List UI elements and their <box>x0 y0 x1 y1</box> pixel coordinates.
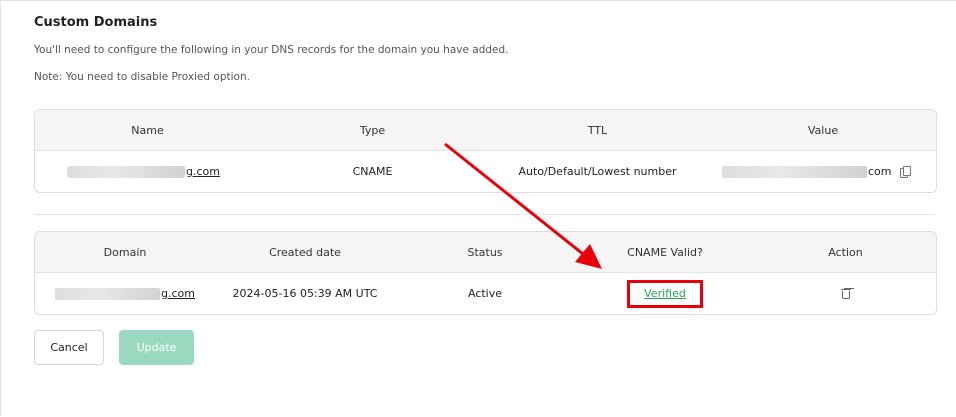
copy-icon[interactable] <box>899 165 911 178</box>
header-action: Action <box>828 245 863 259</box>
instruction-text: You'll need to configure the following i… <box>34 44 509 56</box>
highlight-box: Verified <box>627 279 703 308</box>
dns-name-cell: g.com <box>67 151 220 192</box>
table-row: g.com CNAME Auto/Default/Lowest number c… <box>35 151 936 192</box>
created-date: 2024-05-16 05:39 AM UTC <box>232 287 378 300</box>
dns-value-cell: com <box>722 151 911 192</box>
section-title: Custom Domains <box>34 15 158 30</box>
domains-table: Domain Created date Status CNAME Valid? … <box>34 231 937 315</box>
redacted-text <box>55 287 160 300</box>
status-text: Active <box>467 287 503 300</box>
header-status: Status <box>467 245 503 259</box>
action-cell <box>755 273 936 314</box>
proxied-note: Note: You need to disable Proxied option… <box>34 71 250 83</box>
header-cname-valid: CNAME Valid? <box>627 245 703 259</box>
dns-type: CNAME <box>352 165 393 178</box>
header-type: Type <box>359 123 386 137</box>
header-name: Name <box>131 123 164 137</box>
domain-cell: g.com <box>55 273 195 314</box>
dns-records-table: Name Type TTL Value g.com CNAME Auto/Def… <box>34 109 937 193</box>
dns-name: g.com <box>186 165 220 178</box>
header-ttl: TTL <box>587 123 608 137</box>
redacted-text <box>722 165 867 178</box>
header-created-date: Created date <box>269 245 341 259</box>
domain-name[interactable]: g.com <box>161 287 195 300</box>
divider <box>34 214 935 215</box>
header-value: Value <box>807 123 839 137</box>
dns-value: com <box>868 165 892 178</box>
cname-valid-cell: Verified <box>575 273 755 314</box>
redacted-text <box>67 165 185 178</box>
cancel-button[interactable]: Cancel <box>34 330 104 365</box>
verified-link[interactable]: Verified <box>644 287 686 300</box>
trash-icon[interactable] <box>840 288 851 299</box>
domains-table-header: Domain Created date Status CNAME Valid? … <box>35 232 936 273</box>
dns-table-header: Name Type TTL Value <box>35 110 936 151</box>
table-row: g.com 2024-05-16 05:39 AM UTC Active Ver… <box>35 273 936 314</box>
header-domain: Domain <box>103 245 147 259</box>
update-button[interactable]: Update <box>119 330 194 365</box>
dns-ttl: Auto/Default/Lowest number <box>518 165 677 178</box>
